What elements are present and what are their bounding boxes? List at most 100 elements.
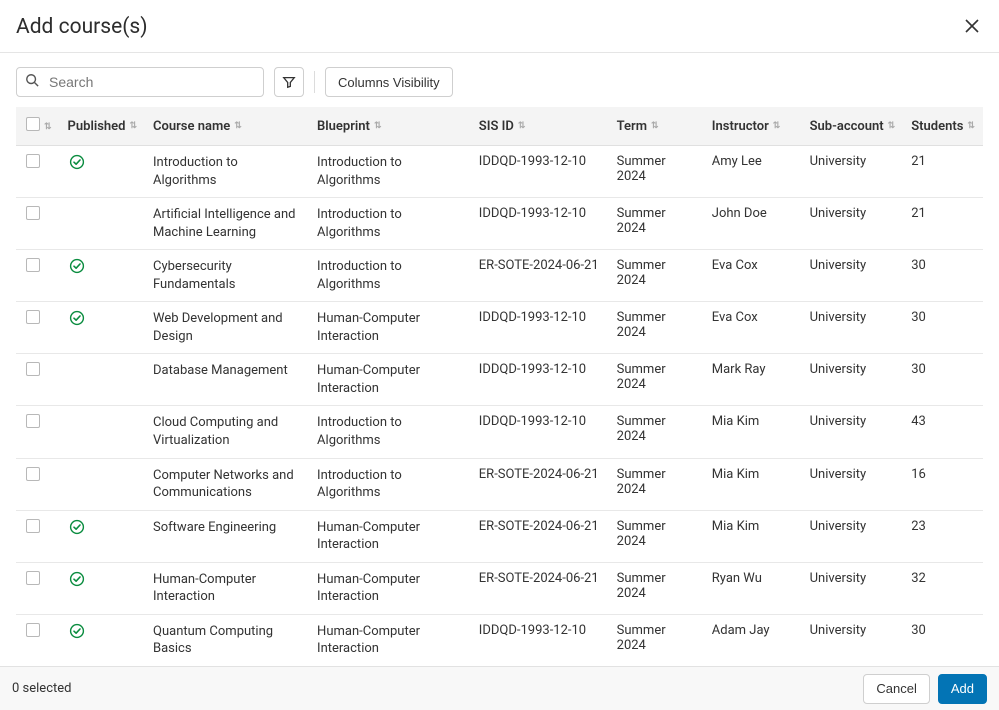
col-course-name[interactable]: Course name — [153, 119, 230, 134]
sort-icon[interactable]: ⇅ — [374, 122, 382, 131]
add-label: Add — [951, 681, 974, 696]
col-instructor[interactable]: Instructor — [712, 119, 769, 134]
cell-sis-id: IDDQD-1993-12-10 — [471, 302, 609, 354]
cell-instructor: Amy Lee — [704, 146, 802, 198]
row-checkbox[interactable] — [26, 571, 40, 585]
cell-sis-id: IDDQD-1993-12-10 — [471, 354, 609, 406]
modal-title: Add course(s) — [16, 15, 148, 39]
cell-students: 30 — [903, 250, 983, 302]
row-checkbox[interactable] — [26, 467, 40, 481]
published-icon — [68, 519, 86, 535]
cell-term: Summer 2024 — [609, 198, 704, 250]
table-row: Quantum Computing BasicsHuman-Computer I… — [16, 614, 983, 666]
cell-course-name: Quantum Computing Basics — [145, 614, 309, 666]
cell-sub-account: University — [802, 250, 904, 302]
modal-footer: 0 selected Cancel Add — [0, 666, 999, 710]
cell-students: 30 — [903, 614, 983, 666]
sort-icon[interactable]: ⇅ — [888, 122, 896, 131]
cell-students: 16 — [903, 458, 983, 510]
add-courses-modal: Add course(s) Columns Visibility ⇅ Publi… — [0, 0, 999, 710]
table-row: Web Development and DesignHuman-Computer… — [16, 302, 983, 354]
cell-course-name: Database Management — [145, 354, 309, 406]
table-row: Artificial Intelligence and Machine Lear… — [16, 198, 983, 250]
cell-sub-account: University — [802, 302, 904, 354]
published-icon — [68, 623, 86, 639]
row-checkbox[interactable] — [26, 310, 40, 324]
close-button[interactable] — [961, 14, 983, 40]
table-row: Database ManagementHuman-Computer Intera… — [16, 354, 983, 406]
sort-icon[interactable]: ⇅ — [967, 122, 975, 131]
cell-sis-id: IDDQD-1993-12-10 — [471, 614, 609, 666]
row-checkbox[interactable] — [26, 206, 40, 220]
cell-course-name: Computer Networks and Communications — [145, 458, 309, 510]
row-checkbox[interactable] — [26, 258, 40, 272]
cell-course-name: Software Engineering — [145, 510, 309, 562]
cell-blueprint: Introduction to Algorithms — [309, 458, 471, 510]
add-button[interactable]: Add — [938, 674, 987, 704]
table-row: Software EngineeringHuman-Computer Inter… — [16, 510, 983, 562]
row-checkbox[interactable] — [26, 414, 40, 428]
cell-sis-id: ER-SOTE-2024-06-21 — [471, 510, 609, 562]
search-wrap — [16, 67, 264, 97]
cell-term: Summer 2024 — [609, 302, 704, 354]
cell-blueprint: Human-Computer Interaction — [309, 354, 471, 406]
row-checkbox[interactable] — [26, 362, 40, 376]
cell-term: Summer 2024 — [609, 562, 704, 614]
cell-students: 43 — [903, 406, 983, 458]
row-checkbox[interactable] — [26, 623, 40, 637]
sort-icon[interactable]: ⇅ — [234, 122, 242, 131]
cell-term: Summer 2024 — [609, 354, 704, 406]
select-all-checkbox[interactable] — [26, 117, 40, 131]
sort-icon[interactable]: ⇅ — [518, 122, 526, 131]
columns-visibility-button[interactable]: Columns Visibility — [325, 67, 453, 97]
cell-students: 30 — [903, 354, 983, 406]
published-icon — [68, 310, 86, 326]
cell-students: 23 — [903, 510, 983, 562]
cell-course-name: Introduction to Algorithms — [145, 146, 309, 198]
col-sis-id[interactable]: SIS ID — [479, 119, 514, 134]
courses-table-wrap: ⇅ Published⇅ Course name⇅ Blueprint⇅ SIS… — [0, 107, 999, 667]
cell-course-name: Cybersecurity Fundamentals — [145, 250, 309, 302]
cancel-button[interactable]: Cancel — [863, 674, 929, 704]
col-students[interactable]: Students — [911, 119, 963, 134]
cell-sub-account: University — [802, 198, 904, 250]
filter-button[interactable] — [274, 67, 304, 97]
cell-blueprint: Introduction to Algorithms — [309, 250, 471, 302]
sort-icon[interactable]: ⇅ — [651, 122, 659, 131]
cell-term: Summer 2024 — [609, 458, 704, 510]
cell-sub-account: University — [802, 562, 904, 614]
cell-instructor: Adam Jay — [704, 614, 802, 666]
cell-sub-account: University — [802, 406, 904, 458]
row-checkbox[interactable] — [26, 519, 40, 533]
cell-term: Summer 2024 — [609, 250, 704, 302]
modal-header: Add course(s) — [0, 0, 999, 53]
cell-students: 30 — [903, 302, 983, 354]
cell-sub-account: University — [802, 614, 904, 666]
courses-table: ⇅ Published⇅ Course name⇅ Blueprint⇅ SIS… — [16, 107, 983, 667]
cell-course-name: Web Development and Design — [145, 302, 309, 354]
row-checkbox[interactable] — [26, 154, 40, 168]
cell-instructor: Mark Ray — [704, 354, 802, 406]
col-sub-account[interactable]: Sub-account — [810, 119, 884, 134]
table-row: Cybersecurity FundamentalsIntroduction t… — [16, 250, 983, 302]
published-icon — [68, 571, 86, 587]
cell-instructor: Ryan Wu — [704, 562, 802, 614]
cell-term: Summer 2024 — [609, 406, 704, 458]
col-published[interactable]: Published — [68, 119, 126, 134]
cell-sis-id: ER-SOTE-2024-06-21 — [471, 562, 609, 614]
cell-sub-account: University — [802, 510, 904, 562]
sort-icon[interactable]: ⇅ — [129, 122, 137, 131]
cell-students: 32 — [903, 562, 983, 614]
toolbar-divider — [314, 71, 315, 93]
sort-icon[interactable]: ⇅ — [44, 123, 52, 132]
table-row: Human-Computer InteractionHuman-Computer… — [16, 562, 983, 614]
col-blueprint[interactable]: Blueprint — [317, 119, 370, 134]
cell-blueprint: Human-Computer Interaction — [309, 510, 471, 562]
cell-instructor: John Doe — [704, 198, 802, 250]
sort-icon[interactable]: ⇅ — [773, 122, 781, 131]
close-icon — [965, 19, 979, 33]
col-term[interactable]: Term — [617, 119, 647, 134]
published-icon — [68, 154, 86, 170]
toolbar: Columns Visibility — [0, 53, 999, 107]
search-input[interactable] — [16, 67, 264, 97]
